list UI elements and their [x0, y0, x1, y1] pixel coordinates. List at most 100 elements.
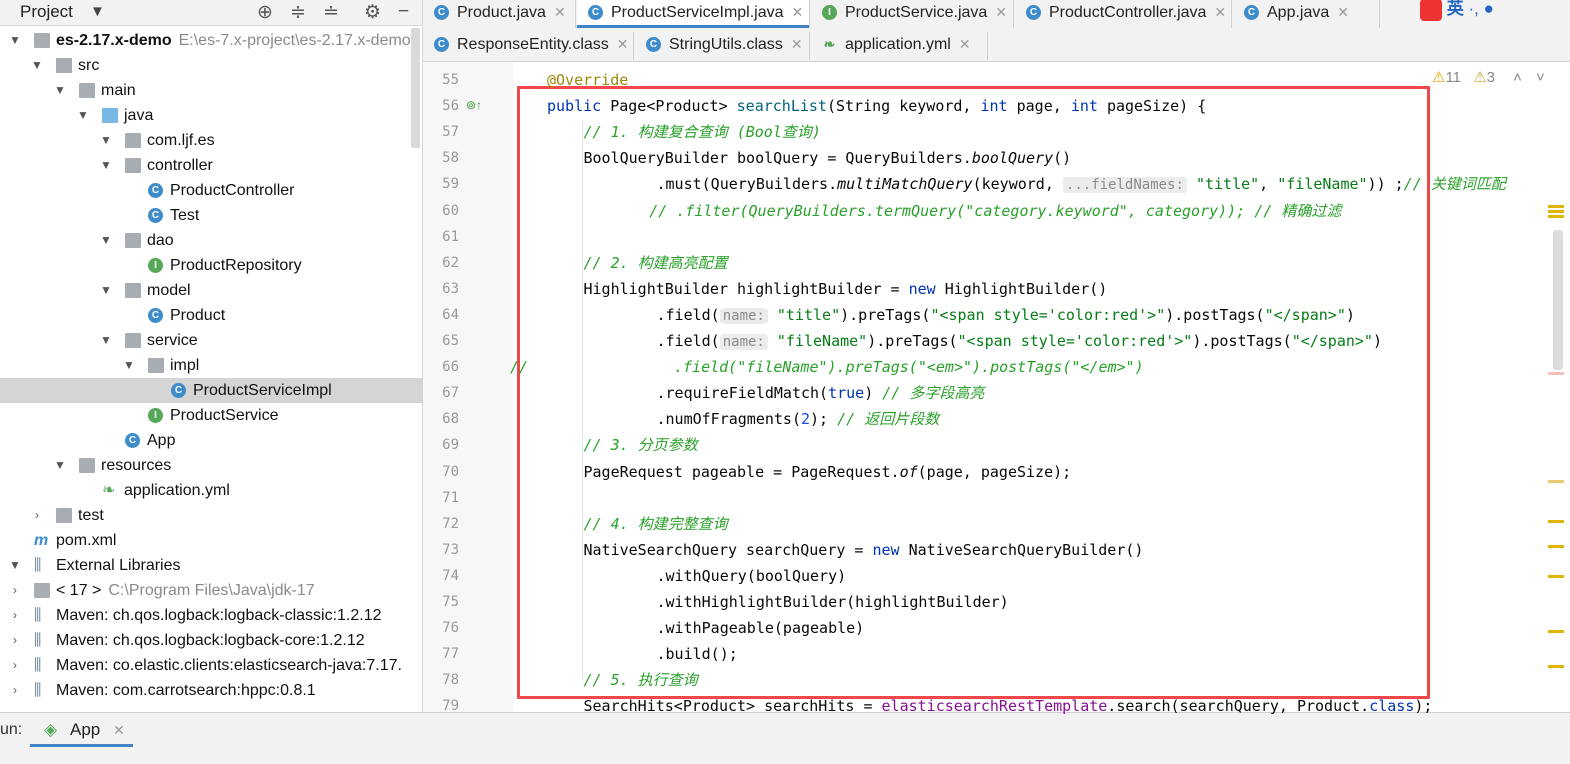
- error-stripe-mark[interactable]: [1548, 210, 1564, 213]
- editor-tab[interactable]: C StringUtils.class ✕: [635, 32, 809, 60]
- code-line[interactable]: .field(name: "title").preTags("<span sty…: [657, 302, 1355, 328]
- close-icon[interactable]: ✕: [791, 36, 803, 52]
- tree-item[interactable]: › ⫼ Maven: ch.qos.logback:logback-core:1.2…: [0, 628, 410, 653]
- chevron-right-icon[interactable]: ›: [8, 603, 22, 628]
- tree-item[interactable]: › ⫼ Maven: co.elastic.clients:elasticsearc…: [0, 653, 410, 678]
- tree-item[interactable]: ▼ dao: [0, 228, 410, 253]
- error-stripe-mark[interactable]: [1548, 215, 1564, 218]
- code-line[interactable]: .must(QueryBuilders.multiMatchQuery(keyw…: [657, 171, 1506, 197]
- collapse-all-icon[interactable]: ≐: [323, 1, 339, 24]
- chevron-down-icon[interactable]: ▼: [99, 228, 113, 253]
- error-stripe-mark[interactable]: [1548, 630, 1564, 633]
- tree-item[interactable]: C Product: [0, 303, 410, 328]
- editor-tab[interactable]: ❧ application.yml ✕: [811, 32, 987, 60]
- tree-item[interactable]: ▼ controller: [0, 153, 410, 178]
- error-stripe-mark[interactable]: [1548, 480, 1564, 483]
- code-line[interactable]: .field(name: "fileName").preTags("<span …: [657, 328, 1382, 354]
- chevron-down-icon[interactable]: ▼: [30, 53, 44, 78]
- code-line[interactable]: // 4. 构建完整查询: [584, 511, 728, 537]
- code-line[interactable]: .withQuery(boolQuery): [657, 563, 847, 589]
- code-line[interactable]: // 1. 构建复合查询 (Bool查询): [584, 119, 821, 145]
- close-icon[interactable]: ✕: [617, 36, 629, 52]
- chevron-right-icon[interactable]: ›: [8, 678, 22, 703]
- code-line[interactable]: .withPageable(pageable): [657, 615, 865, 641]
- tree-item[interactable]: ▼ model: [0, 278, 410, 303]
- tree-item[interactable]: ▼ src: [0, 53, 410, 78]
- error-stripe-mark[interactable]: [1548, 205, 1564, 208]
- code-line[interactable]: BoolQueryBuilder boolQuery = QueryBuilde…: [584, 145, 1072, 171]
- tree-item[interactable]: I ProductService: [0, 403, 410, 428]
- code-line[interactable]: public Page<Product> searchList(String k…: [547, 93, 1206, 119]
- code-line[interactable]: .field("fileName").preTags("<em>").postT…: [674, 354, 1144, 380]
- chevron-down-icon[interactable]: ▼: [99, 128, 113, 153]
- editor-scrollbar[interactable]: [1553, 230, 1563, 370]
- code-line[interactable]: .build();: [657, 641, 738, 667]
- tree-item[interactable]: m pom.xml: [0, 528, 410, 553]
- tree-item[interactable]: ▼ resources: [0, 453, 410, 478]
- chevron-right-icon[interactable]: ›: [8, 653, 22, 678]
- close-icon[interactable]: ✕: [113, 722, 125, 738]
- tree-item[interactable]: C ProductController: [0, 178, 410, 203]
- expand-all-icon[interactable]: ≑: [290, 1, 306, 24]
- code-line[interactable]: // 5. 执行查询: [584, 667, 698, 693]
- editor-tab[interactable]: C ResponseEntity.class ✕: [423, 32, 633, 60]
- tree-item[interactable]: ▼ impl: [0, 353, 410, 378]
- code-line[interactable]: .requireFieldMatch(true) // 多字段高亮: [657, 380, 985, 406]
- tree-item[interactable]: ❧ application.yml: [0, 478, 410, 503]
- chevron-down-icon[interactable]: ▼: [53, 78, 67, 103]
- tree-item[interactable]: ▼ java: [0, 103, 410, 128]
- editor-tab[interactable]: C App.java ✕: [1233, 0, 1379, 28]
- error-stripe-mark[interactable]: [1548, 575, 1564, 578]
- code-line[interactable]: @Override: [547, 67, 628, 93]
- hide-icon[interactable]: −: [398, 1, 409, 23]
- editor-tab[interactable]: C ProductController.java ✕: [1015, 0, 1231, 28]
- close-icon[interactable]: ✕: [554, 4, 566, 20]
- editor-tab[interactable]: C Product.java ✕: [423, 0, 575, 28]
- code-line[interactable]: PageRequest pageable = PageRequest.of(pa…: [584, 459, 1072, 485]
- editor-tab[interactable]: I ProductService.java ✕: [811, 0, 1013, 28]
- code-line[interactable]: // 2. 构建高亮配置: [584, 250, 728, 276]
- ime-toolbar[interactable]: 英 ·, ●: [1420, 0, 1494, 21]
- chevron-down-icon[interactable]: ▼: [99, 153, 113, 178]
- editor-tab[interactable]: C ProductServiceImpl.java ✕: [577, 0, 809, 28]
- close-icon[interactable]: ✕: [792, 4, 804, 20]
- error-stripe-mark[interactable]: [1548, 545, 1564, 548]
- chevron-down-icon[interactable]: ▼: [90, 3, 105, 20]
- tree-item[interactable]: ▼ ⫼ External Libraries: [0, 553, 410, 578]
- tree-item[interactable]: ▼ service: [0, 328, 410, 353]
- chevron-down-icon[interactable]: ▼: [99, 328, 113, 353]
- inspection-widget[interactable]: ⚠11 ⚠3 ˄ ˅: [1432, 68, 1545, 86]
- code-line[interactable]: // .filter(QueryBuilders.termQuery("cate…: [649, 198, 1341, 224]
- project-scrollbar[interactable]: [411, 28, 420, 148]
- locate-icon[interactable]: ⊕: [257, 1, 273, 24]
- run-tab-app[interactable]: ◈ App ✕: [30, 713, 133, 747]
- implements-marker-icon[interactable]: ⊚↑: [466, 98, 482, 112]
- chevron-down-icon[interactable]: ▼: [8, 553, 22, 578]
- code-line[interactable]: // 3. 分页参数: [584, 432, 698, 458]
- chevron-right-icon[interactable]: ›: [8, 628, 22, 653]
- close-icon[interactable]: ✕: [995, 4, 1007, 20]
- chevron-right-icon[interactable]: ›: [30, 503, 44, 528]
- tree-item[interactable]: ▼ com.ljf.es: [0, 128, 410, 153]
- chevron-down-icon[interactable]: ▼: [122, 353, 136, 378]
- code-line[interactable]: .withHighlightBuilder(highlightBuilder): [657, 589, 1009, 615]
- error-stripe-mark[interactable]: [1548, 372, 1564, 375]
- error-stripe-mark[interactable]: [1548, 520, 1564, 523]
- error-stripe-mark[interactable]: [1548, 665, 1564, 668]
- tree-item[interactable]: ▼ main: [0, 78, 410, 103]
- close-icon[interactable]: ✕: [1337, 4, 1349, 20]
- tree-item[interactable]: C ProductServiceImpl: [0, 378, 422, 403]
- code-line[interactable]: NativeSearchQuery searchQuery = new Nati…: [584, 537, 1144, 563]
- chevron-down-icon[interactable]: ▼: [76, 103, 90, 128]
- chevron-down-icon[interactable]: ▼: [53, 453, 67, 478]
- tree-item[interactable]: ▼ es-2.17.x-demo E:\es-7.x-project\es-2.17…: [0, 28, 411, 53]
- tree-item[interactable]: › test: [0, 503, 410, 528]
- chevron-down-icon[interactable]: ▼: [99, 278, 113, 303]
- tree-item[interactable]: C Test: [0, 203, 410, 228]
- tree-item[interactable]: I ProductRepository: [0, 253, 410, 278]
- tree-item[interactable]: › < 17 > C:\Program Files\Java\jdk-17: [0, 578, 410, 603]
- chevron-down-icon[interactable]: ▼: [8, 28, 22, 53]
- project-view-selector[interactable]: Project: [20, 2, 73, 22]
- close-icon[interactable]: ✕: [959, 36, 971, 52]
- tree-item[interactable]: › ⫼ Maven: ch.qos.logback:logback-classic:…: [0, 603, 410, 628]
